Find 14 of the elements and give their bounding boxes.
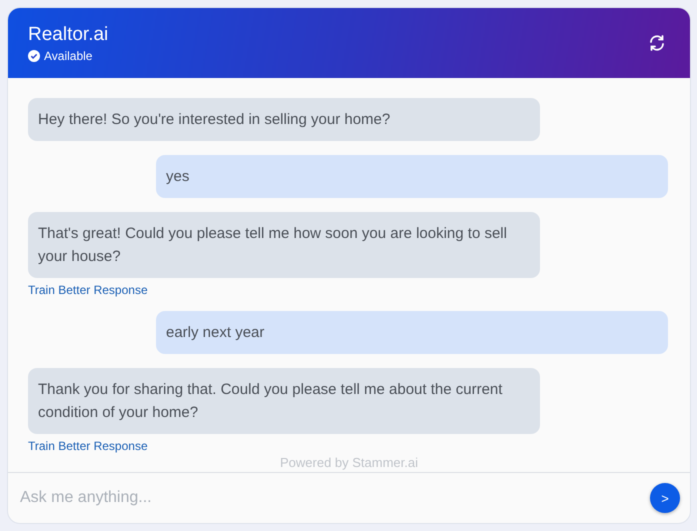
check-circle-icon	[28, 50, 40, 62]
bot-message: Thank you for sharing that. Could you please tell me about the current condition of your home?	[28, 368, 540, 434]
train-response-link[interactable]: Train Better Response	[28, 439, 148, 453]
user-message: yes	[156, 155, 668, 198]
chat-title: Realtor.ai	[28, 24, 108, 46]
bot-message: Hey there! So you're interested in selling your home?	[28, 98, 540, 141]
message-input[interactable]: Ask me anything...	[18, 488, 642, 508]
refresh-icon[interactable]	[648, 34, 666, 52]
status-text: Available	[44, 48, 92, 62]
send-button[interactable]: >	[650, 483, 680, 513]
train-response-link[interactable]: Train Better Response	[28, 283, 148, 297]
user-message: early next year	[156, 311, 668, 354]
powered-by-text: Powered by Stammer.ai	[280, 455, 418, 472]
bot-message: That's great! Could you please tell me how soon you are looking to sell your house?	[28, 212, 540, 278]
